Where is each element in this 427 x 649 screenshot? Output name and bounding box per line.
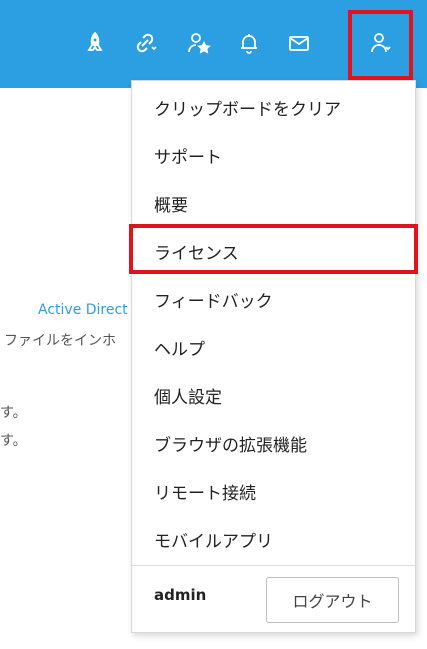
menu-item-support[interactable]: サポート: [132, 131, 415, 179]
background-link-text[interactable]: Active Direct: [38, 302, 128, 318]
menu-item-personal-settings[interactable]: 個人設定: [132, 371, 415, 419]
background-text: す。: [0, 405, 27, 421]
menu-item-remote-connection[interactable]: リモート接続: [132, 467, 415, 515]
bell-icon[interactable]: [232, 26, 266, 60]
user-star-icon[interactable]: [182, 26, 216, 60]
menu-item-about[interactable]: 概要: [132, 179, 415, 227]
background-text: す。: [0, 433, 27, 449]
menu-item-browser-extensions[interactable]: ブラウザの拡張機能: [132, 419, 415, 467]
menu-divider: [132, 565, 415, 566]
mail-icon[interactable]: [282, 26, 316, 60]
menu-item-clear-clipboard[interactable]: クリップボードをクリア: [132, 83, 415, 131]
menu-item-mobile-app[interactable]: モバイルアプリ: [132, 515, 415, 563]
background-text: ファイルをインホ: [4, 333, 116, 349]
link-dropdown-icon[interactable]: [128, 26, 162, 60]
menu-item-feedback[interactable]: フィードバック: [132, 275, 415, 323]
license-highlight: [129, 224, 418, 274]
user-menu-highlight: [348, 10, 413, 80]
user-dropdown-menu: クリップボードをクリア サポート 概要 ライセンス フィードバック ヘルプ 個人…: [131, 80, 416, 633]
rocket-icon[interactable]: [78, 26, 112, 60]
menu-item-help[interactable]: ヘルプ: [132, 323, 415, 371]
current-user-name: admin: [154, 586, 207, 604]
logout-button[interactable]: ログアウト: [266, 577, 399, 623]
